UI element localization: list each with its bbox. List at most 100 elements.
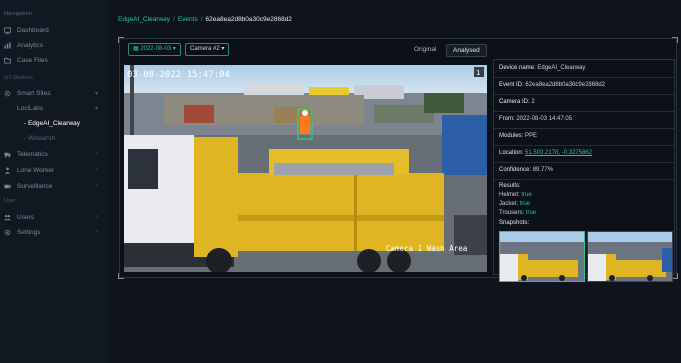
calendar-icon: ▦: [133, 46, 139, 52]
confidence-label: Confidence:: [499, 167, 532, 173]
settings-cog-icon: [4, 90, 11, 97]
users-icon: [4, 215, 11, 221]
sidebar: Navigation Dashboard Analytics Case File…: [0, 0, 108, 363]
date-select-value: 2022-08-03 ▾: [140, 46, 176, 52]
dashboard-icon: [4, 27, 11, 34]
sidebar-item-telematics[interactable]: Telematics ›: [0, 148, 108, 162]
camera-id-row: Camera ID: 2: [494, 94, 674, 112]
worker-icon: [4, 167, 11, 174]
event-id-value: 62ea8ea2d8b0a30c9e2868d2: [525, 82, 606, 88]
location-row: Location: 51.503.2178, -0.3275862: [494, 145, 674, 163]
snapshots-label: Snapshots:: [499, 220, 530, 226]
panel-corner: [118, 37, 124, 43]
result-value: true: [525, 210, 537, 216]
sidebar-item-smart-sites[interactable]: Smart Sites ▾: [0, 87, 108, 101]
tab-original[interactable]: Original: [414, 44, 436, 55]
from-label: From:: [499, 116, 515, 122]
chevron-down-icon: ▾: [94, 91, 98, 97]
result-label: Jacket:: [499, 201, 519, 207]
device-name-label: Device name:: [499, 65, 536, 71]
sidebar-item-lone-worker[interactable]: Lone Worker ›: [0, 164, 108, 178]
image-badge: 1: [476, 69, 480, 77]
truck-scene-image: 03-08-2022 15:47:04 Camera 1 Wash Area 1: [124, 65, 487, 272]
tab-analysed[interactable]: Analysed: [446, 44, 487, 57]
chevron-right-icon: ›: [96, 167, 98, 173]
result-helmet: Helmet: true: [499, 191, 536, 200]
event-details-panel: Device name: EdgeAI_Clearway Event ID: 6…: [493, 59, 675, 282]
sidebar-item-settings[interactable]: Settings ›: [0, 226, 108, 240]
result-value: true: [519, 201, 531, 207]
sidebar-item-label: Settings: [17, 229, 41, 236]
from-value: 2022-08-03 14:47:05: [516, 116, 573, 122]
snapshot-thumbnail[interactable]: [587, 231, 673, 282]
location-label: Location:: [499, 150, 524, 156]
chevron-right-icon: ›: [96, 183, 98, 189]
sidebar-item-analytics[interactable]: Analytics: [0, 39, 108, 53]
sidebar-item-label: Lone Worker: [17, 167, 55, 174]
event-image: 03-08-2022 15:47:04 Camera 1 Wash Area 1: [124, 65, 487, 272]
user-heading: User: [4, 198, 16, 204]
date-select[interactable]: ▦ 2022-08-03 ▾: [128, 43, 181, 56]
main-content: EdgeAI_Clearway / Events/62ea8ea2d8b0a30c9…: [108, 0, 681, 363]
confidence-row: Confidence: 89.77%: [494, 162, 674, 180]
breadcrumb-separator: /: [173, 16, 175, 23]
sidebar-item-label: Surveillance: [17, 183, 53, 190]
image-timestamp: 03-08-2022 15:47:04: [127, 70, 230, 80]
event-panel: ▦ 2022-08-03 ▾ Camera #2 ▾ Original Anal…: [118, 37, 678, 282]
sidebar-item-surveillance[interactable]: Surveillance ›: [0, 180, 108, 194]
panel-corner: [672, 37, 678, 43]
sidebar-item-label: - EdgeAI_Clearway: [24, 120, 80, 127]
sidebar-item-label: LociLabs: [17, 105, 44, 112]
snapshot-thumbnail[interactable]: [499, 231, 585, 282]
camera-icon: [4, 184, 11, 189]
breadcrumb: EdgeAI_Clearway / Events/62ea8ea2d8b0a30c9…: [118, 16, 292, 23]
confidence-value: 89.77%: [532, 167, 554, 173]
sidebar-item-case-files[interactable]: Case Files: [0, 54, 108, 68]
sidebar-item-winsersh[interactable]: - Winsersh: [0, 132, 108, 146]
sidebar-item-label: Analytics: [17, 42, 44, 49]
result-trousers: Trousers: true: [499, 209, 536, 218]
sidebar-item-label: - Winsersh: [24, 135, 56, 142]
camera-id-label: Camera ID:: [499, 99, 530, 105]
breadcrumb-events-link[interactable]: Events: [178, 16, 198, 23]
sidebar-item-label: Dashboard: [17, 27, 49, 34]
result-value: true: [521, 192, 532, 198]
event-id-label: Event ID:: [499, 82, 524, 88]
camera-id-value: 2: [531, 99, 535, 105]
result-label: Trousers:: [499, 210, 525, 216]
sidebar-item-label: Users: [17, 214, 34, 221]
modules-label: Modules:: [499, 133, 524, 139]
chevron-right-icon: ›: [96, 229, 98, 235]
camera-select-value: Camera #2 ▾: [190, 46, 225, 52]
from-row: From: 2022-08-03 14:47:05: [494, 111, 674, 129]
event-id-row: Event ID: 62ea8ea2d8b0a30c9e2868d2: [494, 77, 674, 95]
results-label: Results:: [499, 183, 521, 189]
sidebar-item-edgeai-clearway[interactable]: - EdgeAI_Clearway: [0, 117, 108, 131]
devices-heading: IoT Devices: [4, 75, 33, 81]
breadcrumb-current: 62ea8ea2d8b0a30c9e2868d2: [205, 16, 292, 23]
chevron-down-icon: ▾: [94, 106, 98, 112]
device-name-row: Device name: EdgeAI_Clearway: [494, 60, 674, 78]
sidebar-item-locilabs[interactable]: LociLabs ▾: [0, 102, 108, 116]
snapshot-image: [500, 232, 584, 281]
result-jacket: Jacket: true: [499, 200, 536, 209]
sidebar-item-label: Telematics: [17, 151, 48, 158]
chevron-right-icon: ›: [96, 214, 98, 220]
location-link[interactable]: 51.503.2178, -0.3275862: [525, 150, 592, 156]
chevron-right-icon: ›: [96, 151, 98, 157]
results-block: Results: Helmet: true Jacket: true Trous…: [494, 179, 674, 218]
sidebar-heading: Navigation: [4, 11, 32, 17]
snapshot-image: [588, 232, 672, 281]
result-label: Helmet:: [499, 192, 520, 198]
camera-select[interactable]: Camera #2 ▾: [185, 43, 230, 56]
sidebar-item-users[interactable]: Users ›: [0, 211, 108, 225]
modules-value: PPE: [525, 133, 538, 139]
modules-row: Modules: PPE: [494, 128, 674, 146]
folder-icon: [4, 57, 11, 64]
sidebar-item-label: Case Files: [17, 57, 48, 64]
sidebar-item-label: Smart Sites: [17, 90, 51, 97]
breadcrumb-separator: /: [200, 16, 203, 23]
breadcrumb-device-link[interactable]: EdgeAI_Clearway: [118, 16, 170, 23]
truck-icon: [4, 152, 11, 158]
sidebar-item-dashboard[interactable]: Dashboard: [0, 24, 108, 38]
